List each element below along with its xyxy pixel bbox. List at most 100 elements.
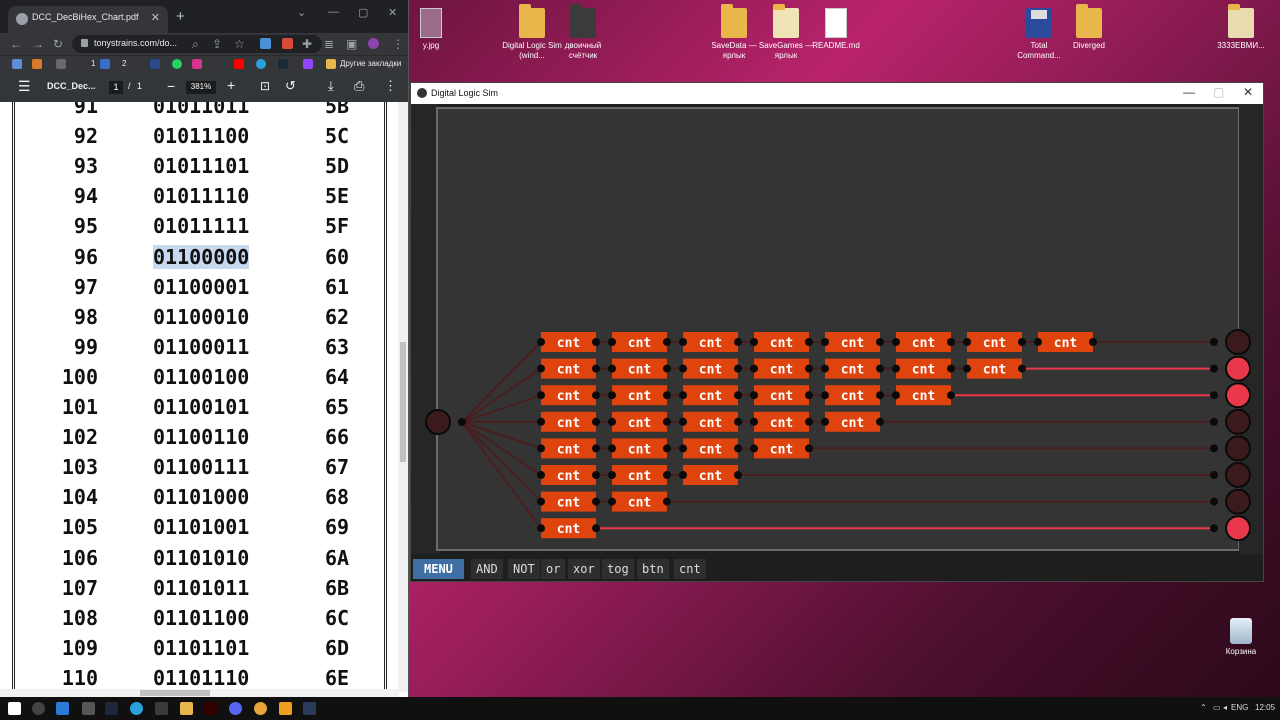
- chip-output-pin[interactable]: [734, 364, 742, 373]
- chip-input-pin[interactable]: [608, 471, 616, 479]
- chip-output-pin[interactable]: [1018, 338, 1026, 346]
- chip-output-pin[interactable]: [734, 391, 742, 400]
- chip-output-pin[interactable]: [734, 471, 742, 479]
- desktop-icon-diverged[interactable]: Diverged: [1058, 4, 1120, 51]
- download-icon[interactable]: ⤓: [328, 78, 334, 94]
- avatar[interactable]: [368, 38, 379, 49]
- chip-output-pin[interactable]: [734, 444, 742, 453]
- menu-button[interactable]: MENU: [413, 559, 464, 579]
- chip-input-pin[interactable]: [608, 417, 616, 426]
- steam-icon[interactable]: [105, 702, 118, 715]
- chip-output-pin[interactable]: [592, 417, 600, 426]
- output-pin[interactable]: [1225, 408, 1251, 435]
- folder-icon[interactable]: [180, 702, 193, 715]
- scroll-thumb[interactable]: [400, 342, 406, 462]
- minimize-icon[interactable]: —: [328, 6, 339, 18]
- zoom-icon[interactable]: ⌕: [192, 37, 199, 52]
- app-icon[interactable]: [303, 702, 316, 715]
- chip-output-pin[interactable]: [1018, 364, 1026, 373]
- chip-input-pin[interactable]: [963, 338, 971, 346]
- sim-canvas[interactable]: cnt cnt cnt cnt cnt cnt cnt cnt cnt cnt cnt cnt cnt c…: [411, 104, 1263, 554]
- chip-output-pin[interactable]: [947, 338, 955, 346]
- chip-input-pin[interactable]: [608, 444, 616, 453]
- app-icon[interactable]: [56, 702, 69, 715]
- chip-output-pin[interactable]: [876, 391, 884, 400]
- reload-icon[interactable]: ↻: [53, 37, 63, 51]
- tool-or-button[interactable]: or: [541, 559, 566, 579]
- app-icon[interactable]: [155, 702, 168, 715]
- chip-input-pin[interactable]: [750, 417, 758, 426]
- chip-output-pin[interactable]: [592, 444, 600, 453]
- desktop-icon-recycle-bin[interactable]: Корзина: [1210, 618, 1272, 657]
- chip-output-pin[interactable]: [592, 338, 600, 346]
- chip-input-pin[interactable]: [537, 338, 545, 346]
- chip-output-pin[interactable]: [876, 338, 884, 346]
- chip-input-pin[interactable]: [608, 338, 616, 346]
- tool-tog-button[interactable]: tog: [602, 559, 634, 579]
- chip-output-pin[interactable]: [876, 364, 884, 373]
- bookmark-icon[interactable]: [32, 59, 42, 69]
- chip-input-pin[interactable]: [821, 417, 829, 426]
- output-pin[interactable]: [1225, 382, 1251, 409]
- chip-input-pin[interactable]: [679, 338, 687, 346]
- chip-input-pin[interactable]: [537, 417, 545, 426]
- chip-input-pin[interactable]: [537, 364, 545, 373]
- new-tab-icon[interactable]: +: [176, 8, 185, 25]
- volume-icon[interactable]: ◂: [1223, 703, 1227, 712]
- chip-output-pin[interactable]: [663, 417, 671, 426]
- windows-start-icon[interactable]: [8, 702, 21, 715]
- chip-input-pin[interactable]: [892, 364, 900, 373]
- maximize-icon[interactable]: ▢: [358, 6, 368, 19]
- search-icon[interactable]: [32, 702, 45, 715]
- chip-output-pin[interactable]: [663, 364, 671, 373]
- extension-icon[interactable]: [260, 38, 271, 49]
- network-icon[interactable]: ▭: [1213, 703, 1221, 712]
- chip-input-pin[interactable]: [750, 391, 758, 400]
- chip-output-pin[interactable]: [876, 417, 884, 426]
- chip-input-pin[interactable]: [821, 364, 829, 373]
- chip-output-pin[interactable]: [805, 364, 813, 373]
- app-icon[interactable]: [82, 702, 95, 715]
- desktop-icon-folder[interactable]: 3333EBMИ...: [1210, 4, 1272, 51]
- chip-input-pin[interactable]: [679, 417, 687, 426]
- chip-input-pin[interactable]: [608, 391, 616, 400]
- desktop-icon-binary-counter[interactable]: двоичный счётчик: [552, 4, 614, 61]
- close-icon[interactable]: ✕: [151, 11, 160, 24]
- pdf-viewer[interactable]: 91 01011011 5B 92 01011100 5C 93 01011101 5D 94 01…: [0, 102, 408, 697]
- chip-output-pin[interactable]: [592, 391, 600, 400]
- chip-output-pin[interactable]: [663, 391, 671, 400]
- hamburger-menu-icon[interactable]: ☰: [18, 78, 31, 95]
- chip-output-pin[interactable]: [947, 391, 955, 400]
- output-pin[interactable]: [1225, 488, 1251, 515]
- tool-cnt-button[interactable]: cnt: [674, 559, 706, 579]
- reading-list-icon[interactable]: ≣: [324, 37, 334, 51]
- tray-arrow-icon[interactable]: ⌃: [1200, 703, 1207, 712]
- chip-input-pin[interactable]: [821, 391, 829, 400]
- steam-icon[interactable]: [278, 59, 288, 69]
- chip-output-pin[interactable]: [805, 338, 813, 346]
- clock-input-pin[interactable]: [425, 409, 451, 435]
- circuit-diagram[interactable]: cnt cnt cnt cnt cnt cnt cnt cnt cnt cnt cnt cnt cnt c…: [411, 104, 1263, 554]
- youtube-icon[interactable]: [234, 59, 244, 69]
- menu-kebab-icon[interactable]: ⋮: [392, 37, 404, 51]
- chip-input-pin[interactable]: [537, 497, 545, 506]
- horizontal-scrollbar[interactable]: [0, 689, 399, 697]
- page-number-input[interactable]: 1: [109, 81, 123, 94]
- chip-output-pin[interactable]: [805, 417, 813, 426]
- chip-input-pin[interactable]: [750, 338, 758, 346]
- language-indicator[interactable]: ENG: [1231, 703, 1248, 712]
- bookmark-icon[interactable]: [150, 59, 160, 69]
- minimize-icon[interactable]: —: [1183, 85, 1195, 99]
- telegram-icon[interactable]: [130, 702, 143, 715]
- bookmark-icon[interactable]: [303, 59, 313, 69]
- illustrator-icon[interactable]: [204, 702, 217, 715]
- chip-input-pin[interactable]: [679, 444, 687, 453]
- discord-icon[interactable]: [229, 702, 242, 715]
- chip-output-pin[interactable]: [592, 364, 600, 373]
- chip-input-pin[interactable]: [821, 338, 829, 346]
- tool-not-button[interactable]: NOT: [508, 559, 540, 579]
- chip-output-pin[interactable]: [805, 391, 813, 400]
- chip-input-pin[interactable]: [537, 524, 545, 533]
- chip-input-pin[interactable]: [537, 391, 545, 400]
- scroll-thumb[interactable]: [140, 690, 210, 696]
